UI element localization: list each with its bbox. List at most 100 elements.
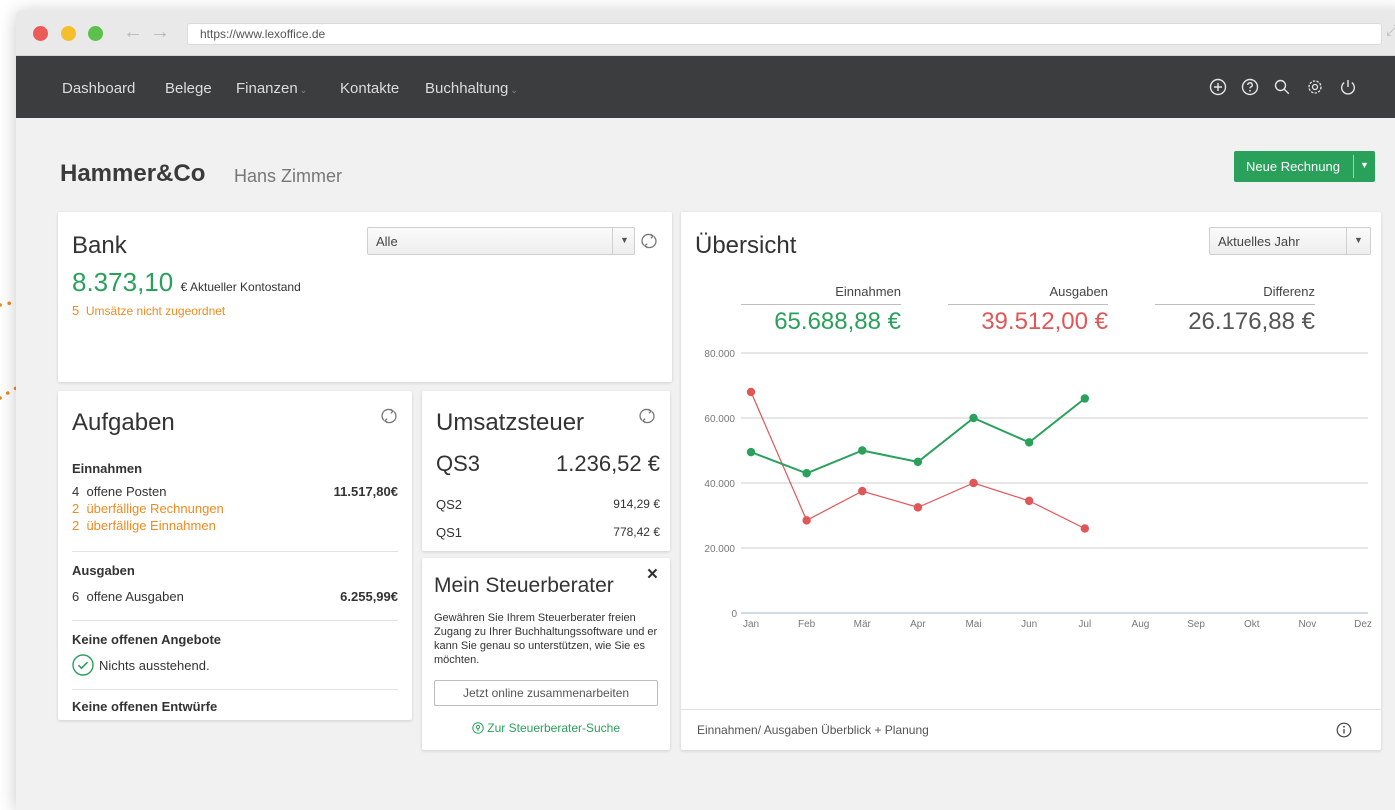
url-text: https://www.lexoffice.de — [200, 27, 326, 41]
button-separator — [1353, 155, 1354, 178]
chevron-down-icon: ⌄ — [510, 85, 518, 95]
caret-down-icon: ▼ — [620, 235, 629, 245]
data-point[interactable] — [969, 413, 978, 423]
data-point[interactable] — [1080, 394, 1090, 403]
unassigned-count: 5 — [72, 303, 80, 318]
refresh-icon[interactable] — [380, 407, 398, 425]
kpi-divider — [948, 304, 1108, 305]
refresh-icon[interactable] — [640, 232, 658, 250]
overdue-invoices-link[interactable]: 2 überfällige Rechnungen — [72, 501, 224, 516]
vat-card: Umsatzsteuer QS3 1.236,52 € QS2 914,29 €… — [422, 391, 670, 551]
company-name: Hammer&Co — [60, 160, 206, 187]
select-divider — [612, 228, 613, 254]
x-tick-label: Mai — [965, 619, 981, 630]
vat-row-label: QS1 — [436, 525, 463, 540]
minimize-window-button[interactable] — [61, 26, 76, 41]
check-circle-icon — [72, 654, 94, 676]
browser-window: ← → https://www.lexoffice.de ⤢ Dashboard… — [16, 10, 1395, 810]
no-drafts-heading: Keine offenen Entwürfe — [72, 699, 218, 714]
location-pin-icon — [472, 722, 484, 734]
nav-item-finanzen[interactable]: Finanzen ⌄ — [236, 80, 307, 97]
overdue-income-link[interactable]: 2 überfällige Einnahmen — [72, 518, 216, 533]
vat-row-value: 914,29 € — [613, 497, 660, 511]
unassigned-transactions-link[interactable]: 5 Umsätze nicht zugeordnet — [72, 303, 225, 318]
data-point[interactable] — [746, 387, 756, 397]
y-tick-label: 0 — [731, 609, 737, 620]
y-tick-label: 80.000 — [704, 349, 735, 360]
refresh-icon[interactable] — [638, 407, 656, 425]
x-tick-label: Dez — [1354, 619, 1372, 630]
open-items-label: offene Posten — [86, 484, 167, 499]
nothing-pending-text: Nichts ausstehend. — [99, 658, 210, 673]
vat-row-label: QS2 — [436, 497, 463, 512]
nav-item-buchhaltung[interactable]: Buchhaltung ⌄ — [425, 80, 518, 97]
close-window-button[interactable] — [33, 26, 48, 41]
caret-down-icon: ▼ — [1354, 235, 1363, 245]
nav-item-belege[interactable]: Belege — [165, 80, 212, 97]
info-icon[interactable] — [1336, 722, 1352, 738]
x-tick-label: Sep — [1187, 619, 1205, 630]
income-expenses-line-chart: 0 20.000 40.000 60.000 80.000 Jan Feb Mär Apr Mai… — [704, 349, 1372, 630]
nav-item-dashboard[interactable]: Dashboard — [62, 80, 135, 97]
expenses-kpi-label: Ausgaben — [1049, 284, 1108, 299]
open-expenses-row[interactable]: 6 offene Ausgaben — [72, 589, 184, 604]
expenses-heading: Ausgaben — [72, 563, 135, 578]
collaborate-button-label: Jetzt online zusammenarbeiten — [462, 686, 630, 700]
open-expenses-amount: 6.255,99€ — [340, 589, 398, 604]
y-tick-label: 40.000 — [704, 479, 735, 490]
data-point[interactable] — [913, 457, 923, 467]
data-point[interactable] — [1024, 496, 1034, 506]
tasks-title: Aufgaben — [72, 409, 175, 436]
new-invoice-label: Neue Rechnung — [1246, 159, 1340, 174]
divider — [72, 620, 398, 621]
open-items-count: 4 — [72, 484, 80, 499]
address-bar[interactable]: https://www.lexoffice.de — [187, 23, 1382, 45]
new-invoice-button[interactable]: Neue Rechnung ▼ — [1234, 151, 1375, 182]
x-tick-label: Mär — [854, 619, 872, 630]
footer-divider — [681, 709, 1381, 710]
plus-circle-icon[interactable] — [1209, 78, 1227, 96]
gear-icon[interactable] — [1306, 78, 1324, 96]
nav-item-label: Buchhaltung — [425, 80, 509, 97]
difference-kpi-value: 26.176,88 € — [1188, 308, 1315, 335]
data-point[interactable] — [1080, 524, 1090, 533]
nav-item-label: Kontakte — [340, 80, 400, 97]
data-point[interactable] — [802, 516, 811, 525]
bank-balance-label: € Aktueller Kontostand — [180, 280, 301, 294]
vat-row-value: 778,42 € — [613, 525, 660, 539]
caret-down-icon[interactable]: ▼ — [1360, 160, 1369, 170]
x-tick-label: Apr — [910, 619, 926, 630]
data-point[interactable] — [969, 478, 978, 488]
expand-icon[interactable]: ⤢ — [1386, 22, 1395, 39]
data-point[interactable] — [1024, 438, 1034, 447]
period-select[interactable]: Aktuelles Jahr ▼ — [1209, 227, 1371, 255]
data-point[interactable] — [858, 446, 867, 455]
data-point[interactable] — [746, 447, 756, 457]
tax-advisor-card: Mein Steuerberater × Gewähren Sie Ihrem … — [422, 558, 670, 750]
nav-item-label: Dashboard — [62, 80, 136, 97]
back-arrow-icon[interactable]: ← — [123, 21, 143, 44]
advisor-search-link[interactable]: Zur Steuerberater-Suche — [422, 721, 670, 735]
data-point[interactable] — [858, 486, 867, 496]
data-point[interactable] — [913, 503, 923, 512]
nav-item-kontakte[interactable]: Kontakte — [340, 80, 399, 97]
close-icon[interactable]: × — [647, 564, 658, 586]
bank-title: Bank — [72, 232, 127, 259]
user-name: Hans Zimmer — [234, 166, 343, 186]
vat-row-value: 1.236,52 € — [556, 451, 660, 476]
expenses-kpi-value: 39.512,00 € — [981, 308, 1108, 335]
main-navigation: Dashboard Belege Finanzen ⌄ Kontakte Buch… — [16, 56, 1395, 118]
tax-advisor-title: Mein Steuerberater — [434, 574, 614, 597]
forward-arrow-icon[interactable]: → — [150, 21, 170, 44]
search-icon[interactable] — [1273, 78, 1291, 96]
x-tick-label: Jul — [1078, 619, 1091, 630]
bank-account-select[interactable]: Alle ▼ — [367, 227, 635, 255]
overview-title: Übersicht — [695, 232, 797, 259]
x-tick-label: Nov — [1298, 619, 1316, 630]
maximize-window-button[interactable] — [88, 26, 103, 41]
collaborate-online-button[interactable]: Jetzt online zusammenarbeiten — [434, 680, 658, 706]
power-icon[interactable] — [1339, 78, 1357, 96]
data-point[interactable] — [802, 469, 811, 478]
help-icon[interactable] — [1241, 78, 1259, 96]
open-items-row[interactable]: 4 offene Posten — [72, 484, 166, 499]
